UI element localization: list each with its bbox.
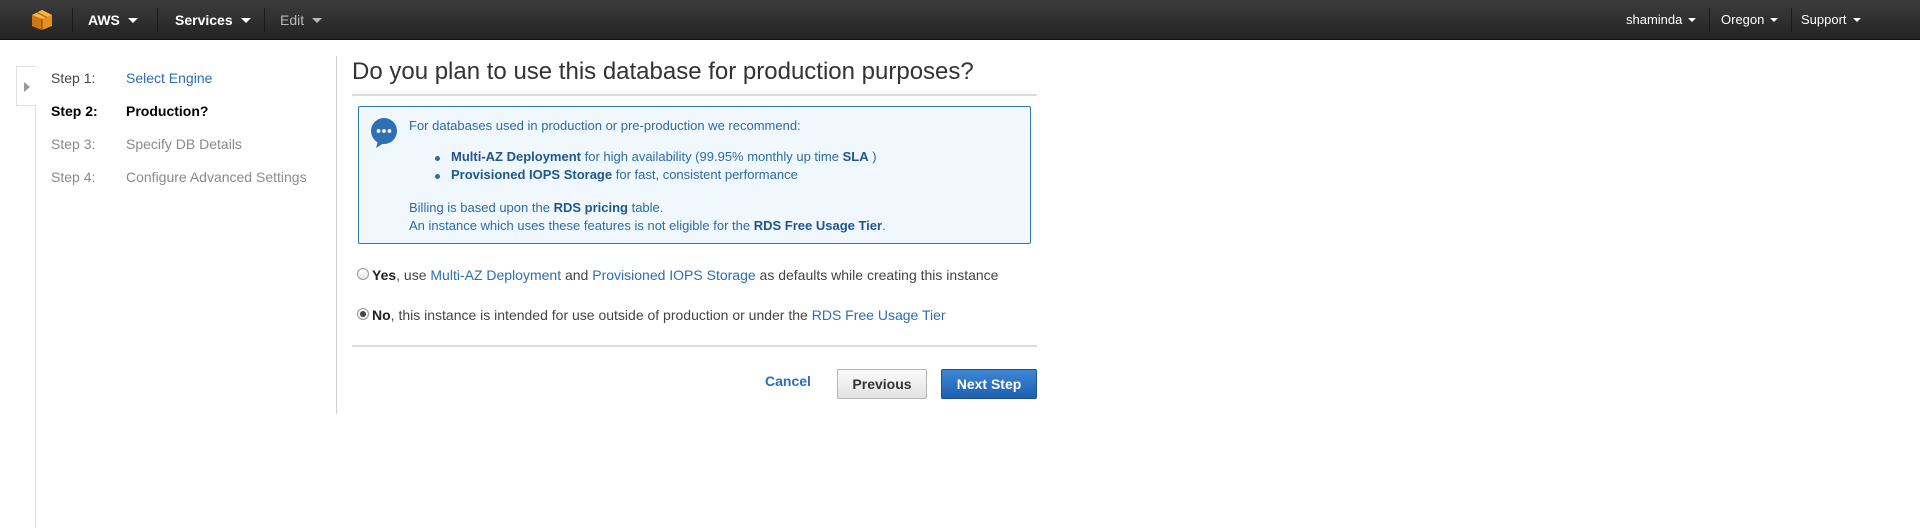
chevron-down-icon — [240, 17, 251, 23]
chevron-down-icon — [127, 17, 138, 23]
actions-divider — [352, 345, 1037, 347]
step-label-production: Production? — [126, 103, 209, 119]
aws-menu-label: AWS — [88, 12, 120, 28]
step-number: Step 1: — [51, 70, 96, 86]
free-tier-suffix: . — [882, 218, 886, 233]
step-number: Step 4: — [51, 169, 96, 185]
info-bullet-iops: Provisioned IOPS Storage for fast, consi… — [451, 167, 798, 182]
closing-paren: ) — [872, 149, 877, 164]
title-divider — [352, 94, 1037, 96]
bullet-dot — [435, 156, 440, 161]
services-menu[interactable]: Services — [175, 0, 251, 40]
provisioned-iops-description: for fast, consistent performance — [615, 167, 798, 182]
chevron-down-icon — [1852, 17, 1861, 22]
info-free-tier-line: An instance which uses these features is… — [409, 218, 886, 233]
free-tier-prefix: An instance which uses these features is… — [409, 218, 751, 233]
steps-divider — [336, 56, 337, 414]
user-menu[interactable]: shaminda — [1626, 0, 1697, 40]
cancel-button[interactable]: Cancel — [765, 373, 811, 389]
step-number: Step 2: — [51, 103, 98, 119]
support-menu[interactable]: Support — [1801, 0, 1861, 40]
aws-cube-logo-icon[interactable] — [31, 9, 53, 31]
services-menu-label: Services — [175, 12, 233, 28]
recommendation-info-box: For databases used in production or pre-… — [358, 106, 1031, 244]
nav-divider — [1791, 8, 1792, 32]
step-label-specify-db-details: Specify DB Details — [126, 136, 242, 152]
aws-menu[interactable]: AWS — [88, 0, 138, 40]
nav-divider — [264, 8, 265, 32]
multi-az-description: for high availability (99.95% monthly up… — [584, 149, 839, 164]
provisioned-iops-storage-link[interactable]: Provisioned IOPS Storage — [592, 267, 755, 283]
option-yes-text1: , use — [396, 267, 427, 283]
radio-no-production[interactable] — [357, 308, 369, 320]
support-menu-label: Support — [1801, 12, 1847, 27]
option-yes-text3: as defaults while creating this instance — [759, 267, 999, 283]
region-menu[interactable]: Oregon — [1721, 0, 1779, 40]
nav-divider — [157, 8, 158, 32]
step-number: Step 3: — [51, 136, 96, 152]
info-intro: For databases used in production or pre-… — [409, 118, 801, 133]
option-yes-text2: and — [564, 267, 589, 283]
option-no-label[interactable]: No, this instance is intended for use ou… — [372, 307, 946, 323]
next-step-button[interactable]: Next Step — [941, 369, 1037, 399]
info-billing-line: Billing is based upon the RDS pricing ta… — [409, 200, 663, 215]
provisioned-iops-term: Provisioned IOPS Storage — [451, 167, 613, 182]
bullet-dot — [435, 174, 440, 179]
rds-free-usage-tier-link[interactable]: RDS Free Usage Tier — [812, 307, 946, 323]
speech-bubble-info-icon — [371, 118, 397, 148]
edit-menu[interactable]: Edit — [280, 0, 323, 40]
top-navigation-bar: AWS Services Edit shaminda Oregon Suppor… — [0, 0, 1920, 40]
option-no-text1: , this instance is intended for use outs… — [390, 307, 808, 323]
rds-pricing-link[interactable]: RDS pricing — [554, 200, 628, 215]
chevron-down-icon — [1688, 17, 1697, 22]
nav-divider — [1709, 8, 1710, 32]
previous-button[interactable]: Previous — [837, 369, 927, 399]
left-gutter-divider — [35, 91, 36, 528]
option-yes-strong: Yes — [372, 267, 397, 283]
option-no-strong: No — [372, 307, 391, 323]
option-yes-label[interactable]: Yes, use Multi-AZ Deployment and Provisi… — [372, 267, 998, 283]
rds-free-usage-tier-link[interactable]: RDS Free Usage Tier — [754, 218, 882, 233]
multi-az-term: Multi-AZ Deployment — [451, 149, 581, 164]
billing-suffix: table. — [631, 200, 664, 215]
region-menu-label: Oregon — [1721, 12, 1765, 27]
sla-link[interactable]: SLA — [843, 149, 869, 164]
nav-divider — [72, 8, 73, 32]
user-menu-label: shaminda — [1626, 12, 1683, 27]
chevron-right-icon — [24, 82, 30, 92]
step-label-select-engine[interactable]: Select Engine — [126, 70, 212, 86]
page-title: Do you plan to use this database for pro… — [352, 58, 974, 85]
radio-yes-production[interactable] — [357, 268, 369, 280]
billing-prefix: Billing is based upon the — [409, 200, 550, 215]
multi-az-deployment-link[interactable]: Multi-AZ Deployment — [430, 267, 561, 283]
chevron-down-icon — [1770, 17, 1779, 22]
edit-menu-label: Edit — [280, 12, 305, 28]
expand-sidebar-toggle[interactable] — [16, 66, 36, 106]
step-label-configure-advanced-settings: Configure Advanced Settings — [126, 169, 307, 185]
chevron-down-icon — [312, 17, 323, 23]
info-bullet-multi-az: Multi-AZ Deployment for high availabilit… — [451, 149, 877, 164]
